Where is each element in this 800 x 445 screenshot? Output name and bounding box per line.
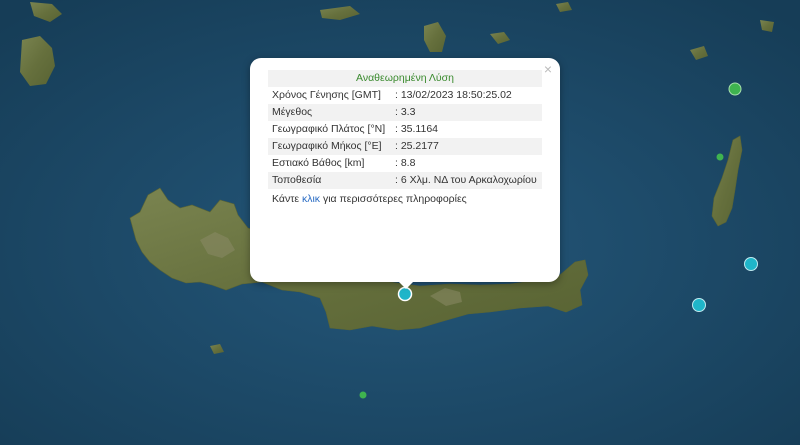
popup-footer: Κάντε κλικ για περισσότερες πληροφορίες [268,189,542,205]
label-longitude: Γεωγραφικό Μήκος [°E] [268,138,391,155]
row-origin-time: Χρόνος Γένησης [GMT] : 13/02/2023 18:50:… [268,87,542,104]
row-latitude: Γεωγραφικό Πλάτος [°N] : 35.1164 [268,121,542,138]
earthquake-marker-icon[interactable] [397,286,413,302]
close-icon[interactable]: × [544,62,552,76]
row-magnitude: Μέγεθος : 3.3 [268,104,542,121]
popup-title: Αναθεωρημένη Λύση [268,70,542,87]
value-magnitude: : 3.3 [391,104,542,121]
earthquake-marker-icon[interactable] [728,82,742,96]
earthquake-marker-icon[interactable] [359,391,367,399]
value-latitude: : 35.1164 [391,121,542,138]
earthquake-marker-icon[interactable] [692,298,706,312]
earthquake-marker-icon[interactable] [716,153,724,161]
label-depth: Εστιακό Βάθος [km] [268,155,391,172]
footer-suffix: για περισσότερες πληροφορίες [320,193,467,205]
earthquake-details-table: Χρόνος Γένησης [GMT] : 13/02/2023 18:50:… [268,87,542,189]
row-longitude: Γεωγραφικό Μήκος [°E] : 25.2177 [268,138,542,155]
row-location: Τοποθεσία : 6 Χλμ. ΝΔ του Αρκαλοχωρίου [268,172,542,189]
footer-prefix: Κάντε [272,193,302,205]
earthquake-marker-icon[interactable] [744,257,758,271]
row-depth: Εστιακό Βάθος [km] : 8.8 [268,155,542,172]
more-info-link[interactable]: κλικ [302,193,320,205]
popup-pointer [397,280,415,289]
value-longitude: : 25.2177 [391,138,542,155]
value-origin-time: : 13/02/2023 18:50:25.02 [391,87,542,104]
label-magnitude: Μέγεθος [268,104,391,121]
value-location: : 6 Χλμ. ΝΔ του Αρκαλοχωρίου [391,172,542,189]
label-origin-time: Χρόνος Γένησης [GMT] [268,87,391,104]
value-depth: : 8.8 [391,155,542,172]
earthquake-info-popup: × Αναθεωρημένη Λύση Χρόνος Γένησης [GMT]… [250,58,560,282]
label-location: Τοποθεσία [268,172,391,189]
label-latitude: Γεωγραφικό Πλάτος [°N] [268,121,391,138]
